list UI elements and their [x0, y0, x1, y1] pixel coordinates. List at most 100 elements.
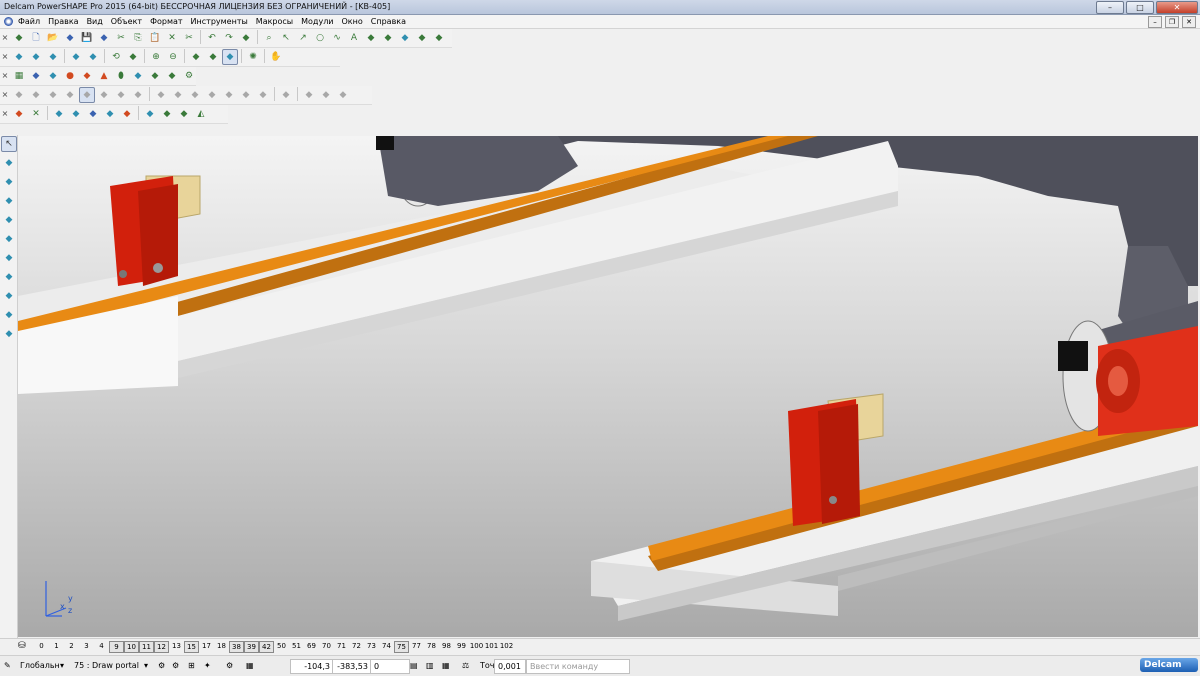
workplane-icon[interactable]: ◆ — [1, 155, 17, 171]
toolbar-close-icon[interactable]: × — [1, 32, 9, 44]
menu-item[interactable]: Модули — [301, 16, 333, 27]
close-button[interactable]: ✕ — [1156, 1, 1198, 14]
level-button[interactable]: 13 — [169, 641, 184, 651]
level-button[interactable]: 2 — [64, 641, 79, 651]
menu-item[interactable]: Вид — [87, 16, 103, 27]
cone-icon[interactable]: ▲ — [96, 68, 112, 84]
toolbar-close-icon[interactable]: × — [1, 51, 9, 63]
calc-icon[interactable]: ▦ — [442, 659, 450, 672]
layer-icon[interactable]: ◆ — [397, 30, 413, 46]
mdi-minimize-button[interactable]: – — [1148, 16, 1162, 28]
surf17-icon[interactable]: ◆ — [301, 87, 317, 103]
menu-item[interactable]: Справка — [371, 16, 406, 27]
surf9-icon[interactable]: ◆ — [153, 87, 169, 103]
delcam-brand-button[interactable]: Delcam — [1140, 658, 1198, 672]
grid-icon[interactable]: ▦ — [11, 68, 27, 84]
level-button[interactable]: 69 — [304, 641, 319, 651]
box-view2-icon[interactable]: ◆ — [28, 49, 44, 65]
level-button[interactable]: 9 — [109, 641, 124, 653]
snap-grid-icon[interactable]: ⚙ — [226, 659, 233, 672]
level-button[interactable]: 18 — [214, 641, 229, 651]
solid2-icon[interactable]: ◆ — [51, 106, 67, 122]
cut-icon[interactable]: ✂ — [113, 30, 129, 46]
zoom-window-icon[interactable]: ◆ — [188, 49, 204, 65]
level-button[interactable]: 71 — [334, 641, 349, 651]
zoom-out-icon[interactable]: ⊖ — [165, 49, 181, 65]
surf11-icon[interactable]: ◆ — [187, 87, 203, 103]
undo-icon[interactable]: ↶ — [204, 30, 220, 46]
surf4-icon[interactable]: ◆ — [62, 87, 78, 103]
sheet-side-icon[interactable]: ◆ — [1, 307, 17, 323]
level-button[interactable]: 77 — [409, 641, 424, 651]
level-manager-icon[interactable]: ⛁ — [18, 641, 26, 651]
menu-item[interactable]: Макросы — [256, 16, 293, 27]
menu-item[interactable]: Правка — [48, 16, 78, 27]
workplane-icon[interactable]: ✎ — [4, 659, 11, 672]
level-button[interactable]: 11 — [139, 641, 154, 653]
sketch-icon[interactable]: ◆ — [238, 30, 254, 46]
graphics-viewport[interactable]: y z x — [18, 136, 1198, 637]
rotate-icon[interactable]: ⟲ — [108, 49, 124, 65]
surf5-icon[interactable]: ◆ — [79, 87, 95, 103]
toolbar-close-icon[interactable]: × — [1, 70, 9, 82]
level-button[interactable]: 15 — [184, 641, 199, 653]
arrow-select-icon[interactable]: ↖ — [1, 136, 17, 152]
level-button[interactable]: 38 — [229, 641, 244, 653]
mdi-restore-button[interactable]: ❐ — [1165, 16, 1179, 28]
wire-side-icon[interactable]: ◆ — [1, 231, 17, 247]
sheet-icon[interactable]: ◆ — [85, 106, 101, 122]
circle-icon[interactable]: ○ — [312, 30, 328, 46]
cylinder-side-icon[interactable]: ◆ — [1, 269, 17, 285]
open-folder-icon[interactable]: 📂 — [45, 30, 61, 46]
toolbar-close-icon[interactable]: × — [1, 108, 9, 120]
assembly-icon[interactable]: ◆ — [130, 68, 146, 84]
surf8-icon[interactable]: ◆ — [130, 87, 146, 103]
wand-icon[interactable]: ◆ — [11, 30, 27, 46]
level-button[interactable]: 4 — [94, 641, 109, 651]
menu-item[interactable]: Формат — [150, 16, 182, 27]
command-input[interactable]: Ввести команду — [526, 659, 630, 674]
snap-icon[interactable]: ⚙ — [172, 659, 179, 672]
shade-icon[interactable]: ◆ — [363, 30, 379, 46]
select-icon[interactable]: ↖ — [278, 30, 294, 46]
curve-icon[interactable]: ∿ — [329, 30, 345, 46]
axis-icon[interactable]: ✕ — [28, 106, 44, 122]
menu-item[interactable]: Окно — [342, 16, 363, 27]
level-button[interactable]: 99 — [454, 641, 469, 651]
mesh-icon[interactable]: ◆ — [68, 106, 84, 122]
level-button[interactable]: 3 — [79, 641, 94, 651]
cube-iso-icon[interactable]: ◆ — [68, 49, 84, 65]
shaded-icon[interactable]: ◆ — [222, 49, 238, 65]
level-button[interactable]: 74 — [379, 641, 394, 651]
level-select[interactable]: 75 : Draw portal — [74, 659, 139, 672]
level-button[interactable]: 12 — [154, 641, 169, 653]
new-file-icon[interactable]: 🗋 — [28, 30, 44, 46]
hole-icon[interactable]: ◆ — [176, 106, 192, 122]
paste-icon[interactable]: 📋 — [147, 30, 163, 46]
workplane-status-icon[interactable]: ▤ — [410, 659, 418, 672]
surf15-icon[interactable]: ◆ — [255, 87, 271, 103]
layer2-icon[interactable]: ◆ — [102, 106, 118, 122]
cylinder-icon[interactable]: ⬮ — [113, 68, 129, 84]
open-model-icon[interactable]: ◆ — [62, 30, 78, 46]
pyramid-icon[interactable]: ◭ — [193, 106, 209, 122]
part-icon[interactable]: ◆ — [119, 106, 135, 122]
level-button[interactable]: 100 — [469, 641, 484, 651]
tools-icon[interactable]: ◆ — [431, 30, 447, 46]
level-button[interactable]: 17 — [199, 641, 214, 651]
level-button[interactable]: 102 — [499, 641, 514, 651]
menu-item[interactable]: Инструменты — [191, 16, 248, 27]
level-button[interactable]: 1 — [49, 641, 64, 651]
level-button[interactable]: 98 — [439, 641, 454, 651]
mdi-close-button[interactable]: ✕ — [1182, 16, 1196, 28]
maximize-button[interactable]: □ — [1126, 1, 1154, 14]
gear-icon[interactable]: ⚙ — [181, 68, 197, 84]
solid-icon[interactable]: ◆ — [45, 68, 61, 84]
save-icon[interactable]: 💾 — [79, 30, 95, 46]
level-button[interactable]: 78 — [424, 641, 439, 651]
level-button[interactable]: 50 — [274, 641, 289, 651]
grid-toggle-icon[interactable]: ▦ — [246, 659, 254, 672]
surf12-icon[interactable]: ◆ — [204, 87, 220, 103]
selection-filter-icon[interactable]: ⚙ — [158, 659, 165, 672]
feature-icon[interactable]: ◆ — [142, 106, 158, 122]
